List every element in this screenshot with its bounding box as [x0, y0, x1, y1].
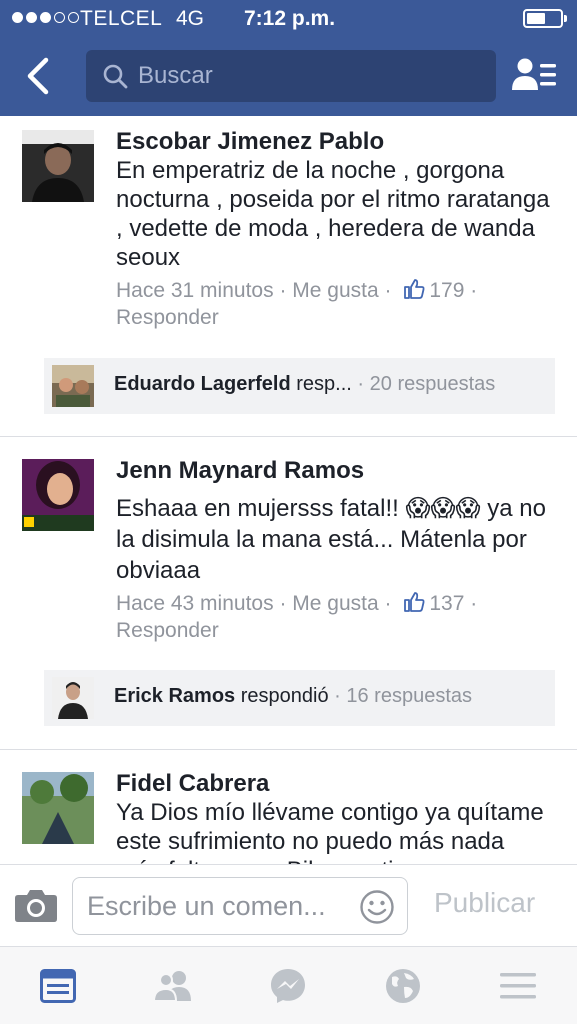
- reply-count: 20 respuestas: [369, 373, 496, 395]
- separator: ·: [279, 592, 287, 615]
- tab-news-feed[interactable]: [0, 947, 115, 1024]
- news-feed-icon: [39, 969, 76, 1003]
- tab-bar: [0, 946, 577, 1024]
- camera-icon: [15, 890, 57, 922]
- tab-notifications[interactable]: [345, 947, 460, 1024]
- carrier-name: TELCEL: [80, 7, 163, 30]
- comment-text: En emperatriz de la noche , gorgona noct…: [116, 157, 550, 271]
- signal-strength-icon: [12, 12, 79, 23]
- separator: ·: [279, 279, 287, 302]
- comment-text: Ya Dios mío llévame contigo ya quítame e…: [116, 799, 544, 864]
- separator: ·: [334, 685, 341, 707]
- reply-link[interactable]: Responder: [116, 619, 219, 642]
- friends-list-button[interactable]: [510, 54, 560, 98]
- separator: ·: [470, 592, 478, 615]
- smiley-icon: [360, 890, 394, 924]
- avatar[interactable]: [22, 130, 94, 202]
- like-count[interactable]: 137: [429, 592, 464, 615]
- tab-friend-requests[interactable]: [115, 947, 230, 1024]
- commenter-name[interactable]: Jenn Maynard Ramos: [116, 457, 364, 485]
- reply-link[interactable]: Responder: [116, 306, 219, 329]
- like-link[interactable]: Me gusta: [292, 592, 378, 615]
- camera-button[interactable]: [14, 887, 58, 928]
- reply-action: respondió: [240, 685, 329, 707]
- replies-preview[interactable]: Eduardo Lagerfeld resp... · 20 respuesta…: [44, 358, 555, 414]
- reply-author: Erick Ramos: [114, 685, 236, 707]
- chevron-left-icon: [27, 57, 49, 95]
- commenter-name[interactable]: Escobar Jimenez Pablo: [116, 128, 384, 156]
- comment-placeholder: Escribe un comen...: [87, 891, 326, 921]
- separator: ·: [384, 592, 392, 615]
- comments-list: Escobar Jimenez Pablo En emperatriz de l…: [0, 116, 577, 864]
- avatar: [52, 677, 94, 719]
- like-count[interactable]: 179: [429, 279, 464, 302]
- top-bar: TELCEL 4G 7:12 p.m.: [0, 0, 577, 116]
- menu-icon: [499, 973, 536, 999]
- comment-time[interactable]: Hace 31 minutos: [116, 279, 274, 302]
- comment-composer: Escribe un comen... Publicar: [0, 864, 577, 946]
- back-button[interactable]: [20, 52, 60, 100]
- comment-meta: Hace 31 minutos · Me gusta · 179 · Respo…: [116, 277, 556, 331]
- publish-button[interactable]: Publicar: [434, 887, 535, 919]
- comment-item: Escobar Jimenez Pablo En emperatriz de l…: [0, 116, 577, 437]
- comment-text: Eshaaa en mujersss fatal!! 😱😱😱 ya no la …: [116, 495, 546, 584]
- reply-count: 16 respuestas: [346, 685, 473, 707]
- battery-icon: [523, 9, 567, 28]
- friend-requests-icon: [152, 971, 191, 1002]
- replies-preview[interactable]: Erick Ramos respondió · 16 respuestas: [44, 670, 555, 726]
- friends-list-icon: [512, 58, 556, 90]
- separator: ·: [470, 279, 478, 302]
- tab-menu[interactable]: [460, 947, 575, 1024]
- search-bar[interactable]: [86, 50, 496, 102]
- commenter-name[interactable]: Fidel Cabrera: [116, 770, 269, 798]
- comment-meta: Hace 43 minutos · Me gusta · 137 · Respo…: [116, 590, 556, 644]
- comment-item: Fidel Cabrera Ya Dios mío llévame contig…: [0, 750, 577, 864]
- network-type: 4G: [176, 7, 205, 30]
- search-icon: [103, 64, 128, 89]
- clock: 7:12 p.m.: [244, 7, 336, 30]
- like-link[interactable]: Me gusta: [292, 279, 378, 302]
- emoji-button[interactable]: [359, 889, 395, 930]
- comment-time[interactable]: Hace 43 minutos: [116, 592, 274, 615]
- thumbs-up-icon: [404, 592, 425, 612]
- thumbs-up-icon: [404, 279, 425, 299]
- comment-input[interactable]: Escribe un comen...: [72, 877, 408, 935]
- avatar: [52, 365, 94, 407]
- avatar[interactable]: [22, 459, 94, 531]
- tab-messenger[interactable]: [230, 947, 345, 1024]
- messenger-icon: [270, 969, 305, 1003]
- reply-action: resp...: [296, 373, 352, 395]
- notifications-globe-icon: [385, 969, 420, 1003]
- reply-author: Eduardo Lagerfeld: [114, 373, 291, 395]
- search-input[interactable]: [138, 50, 478, 102]
- comment-item: Jenn Maynard Ramos Eshaaa en mujersss fa…: [0, 437, 577, 750]
- status-bar: TELCEL 4G 7:12 p.m.: [0, 0, 577, 38]
- avatar[interactable]: [22, 772, 94, 844]
- separator: ·: [357, 373, 365, 395]
- separator: ·: [384, 279, 392, 302]
